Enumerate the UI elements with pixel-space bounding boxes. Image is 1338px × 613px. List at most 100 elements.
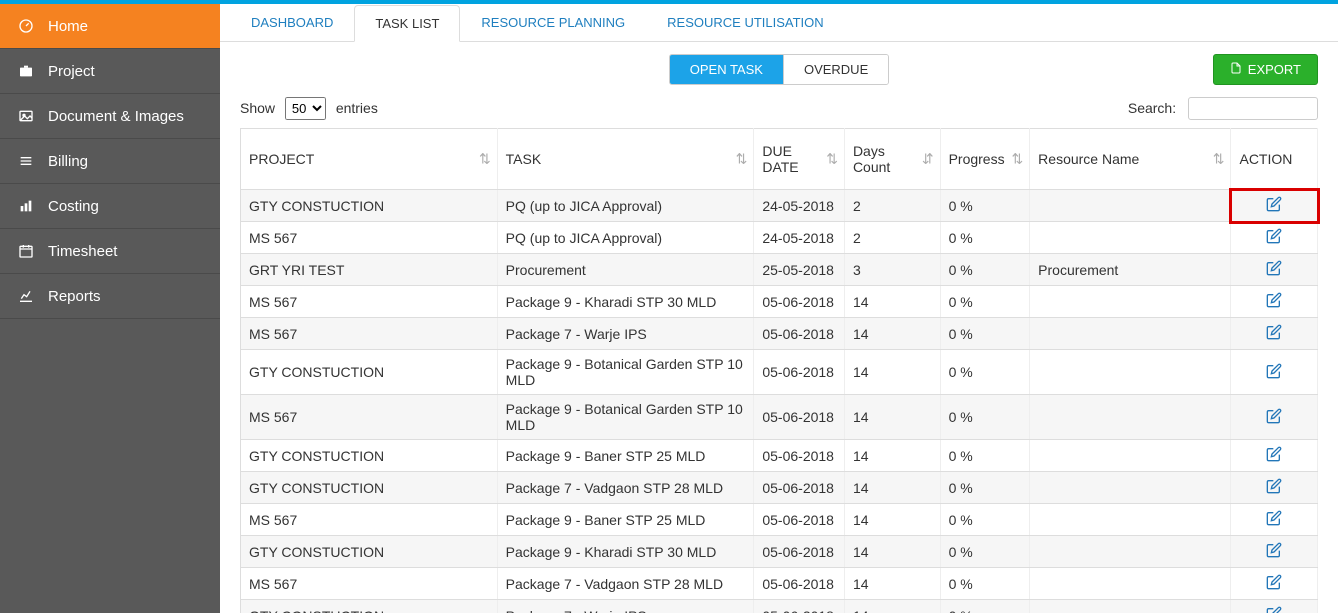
tab-task-list[interactable]: TASK LIST <box>354 5 460 42</box>
sidebar-item-timesheet[interactable]: Timesheet <box>0 229 220 274</box>
cell-resource: Procurement <box>1030 254 1231 286</box>
edit-icon[interactable] <box>1266 199 1282 215</box>
cell-project: GTY CONSTUCTION <box>241 536 498 568</box>
cell-action <box>1231 318 1318 350</box>
edit-icon[interactable] <box>1266 366 1282 382</box>
table-row: MS 567Package 7 - Warje IPS05-06-2018140… <box>241 318 1318 350</box>
header-project[interactable]: PROJECT⇅ <box>241 129 498 190</box>
cell-due-date: 05-06-2018 <box>754 536 845 568</box>
tab-dashboard[interactable]: DASHBOARD <box>230 4 354 41</box>
header-progress[interactable]: Progress⇅ <box>940 129 1030 190</box>
line-chart-icon <box>16 288 36 304</box>
edit-icon[interactable] <box>1266 411 1282 427</box>
cell-days-count: 14 <box>844 350 940 395</box>
cell-action <box>1231 395 1318 440</box>
task-filter-group: OPEN TASK OVERDUE <box>669 54 890 85</box>
search-input[interactable] <box>1188 97 1318 120</box>
sidebar-item-billing[interactable]: Billing <box>0 139 220 184</box>
cell-resource <box>1030 318 1231 350</box>
table-row: MS 567PQ (up to JICA Approval)24-05-2018… <box>241 222 1318 254</box>
bar-icon <box>16 198 36 214</box>
sidebar-item-project[interactable]: Project <box>0 49 220 94</box>
cell-resource <box>1030 395 1231 440</box>
cell-project: GTY CONSTUCTION <box>241 472 498 504</box>
cell-due-date: 05-06-2018 <box>754 318 845 350</box>
cell-progress: 0 % <box>940 472 1030 504</box>
cell-progress: 0 % <box>940 190 1030 222</box>
sidebar-item-costing[interactable]: Costing <box>0 184 220 229</box>
cell-project: GTY CONSTUCTION <box>241 440 498 472</box>
open-task-button[interactable]: OPEN TASK <box>670 55 783 84</box>
cell-due-date: 24-05-2018 <box>754 222 845 254</box>
edit-icon[interactable] <box>1266 513 1282 529</box>
cell-task: PQ (up to JICA Approval) <box>497 190 754 222</box>
edit-icon[interactable] <box>1266 295 1282 311</box>
edit-icon[interactable] <box>1266 449 1282 465</box>
cell-resource <box>1030 222 1231 254</box>
edit-icon[interactable] <box>1266 481 1282 497</box>
page-size-select[interactable]: 50 <box>285 97 326 120</box>
cell-progress: 0 % <box>940 254 1030 286</box>
table-row: MS 567Package 7 - Vadgaon STP 28 MLD05-0… <box>241 568 1318 600</box>
cell-progress: 0 % <box>940 504 1030 536</box>
cell-task: Package 9 - Botanical Garden STP 10 MLD <box>497 395 754 440</box>
table-row: MS 567Package 9 - Kharadi STP 30 MLD05-0… <box>241 286 1318 318</box>
cell-progress: 0 % <box>940 222 1030 254</box>
header-task[interactable]: TASK⇅ <box>497 129 754 190</box>
cell-task: Procurement <box>497 254 754 286</box>
edit-icon[interactable] <box>1266 577 1282 593</box>
cell-days-count: 2 <box>844 222 940 254</box>
cell-task: Package 7 - Vadgaon STP 28 MLD <box>497 568 754 600</box>
cell-project: GTY CONSTUCTION <box>241 350 498 395</box>
edit-icon[interactable] <box>1266 231 1282 247</box>
cell-days-count: 14 <box>844 536 940 568</box>
tab-resource-planning[interactable]: RESOURCE PLANNING <box>460 4 646 41</box>
sidebar-item-label: Billing <box>48 153 88 170</box>
cell-task: Package 9 - Kharadi STP 30 MLD <box>497 286 754 318</box>
header-days-count[interactable]: Days Count⇵ <box>844 129 940 190</box>
header-due-date[interactable]: DUE DATE⇅ <box>754 129 845 190</box>
cell-progress: 0 % <box>940 286 1030 318</box>
cell-action <box>1231 286 1318 318</box>
header-action: ACTION <box>1231 129 1318 190</box>
table-row: GTY CONSTUCTIONPackage 7 - Vadgaon STP 2… <box>241 472 1318 504</box>
cell-progress: 0 % <box>940 350 1030 395</box>
edit-icon[interactable] <box>1266 263 1282 279</box>
table-row: GTY CONSTUCTIONPackage 9 - Kharadi STP 3… <box>241 536 1318 568</box>
sidebar-item-label: Reports <box>48 288 101 305</box>
list-icon <box>16 153 36 169</box>
tab-resource-utilisation[interactable]: RESOURCE UTILISATION <box>646 4 845 41</box>
calendar-icon <box>16 243 36 259</box>
cell-action <box>1231 600 1318 613</box>
cell-task: Package 9 - Baner STP 25 MLD <box>497 440 754 472</box>
cell-resource <box>1030 190 1231 222</box>
search-control: Search: <box>1128 97 1318 120</box>
header-resource-name[interactable]: Resource Name⇅ <box>1030 129 1231 190</box>
cell-action <box>1231 472 1318 504</box>
cell-due-date: 05-06-2018 <box>754 440 845 472</box>
task-table: PROJECT⇅ TASK⇅ DUE DATE⇅ Days Count⇵ Pro… <box>240 128 1318 613</box>
edit-icon[interactable] <box>1266 545 1282 561</box>
cell-days-count: 3 <box>844 254 940 286</box>
cell-project: GTY CONSTUCTION <box>241 600 498 613</box>
table-row: MS 567Package 9 - Botanical Garden STP 1… <box>241 395 1318 440</box>
cell-progress: 0 % <box>940 440 1030 472</box>
sidebar-item-home[interactable]: Home <box>0 4 220 49</box>
cell-progress: 0 % <box>940 318 1030 350</box>
cell-resource <box>1030 600 1231 613</box>
export-button[interactable]: EXPORT <box>1213 54 1318 85</box>
cell-action <box>1231 568 1318 600</box>
cell-project: MS 567 <box>241 568 498 600</box>
cell-action <box>1231 222 1318 254</box>
cell-due-date: 05-06-2018 <box>754 568 845 600</box>
sort-icon: ⇅ <box>736 151 748 168</box>
search-label: Search: <box>1128 100 1176 116</box>
cell-days-count: 14 <box>844 600 940 613</box>
cell-days-count: 14 <box>844 318 940 350</box>
overdue-button[interactable]: OVERDUE <box>783 55 888 84</box>
show-label: Show <box>240 100 275 116</box>
sidebar-item-reports[interactable]: Reports <box>0 274 220 319</box>
edit-icon[interactable] <box>1266 327 1282 343</box>
sidebar-item-documents[interactable]: Document & Images <box>0 94 220 139</box>
edit-icon[interactable] <box>1266 609 1282 613</box>
